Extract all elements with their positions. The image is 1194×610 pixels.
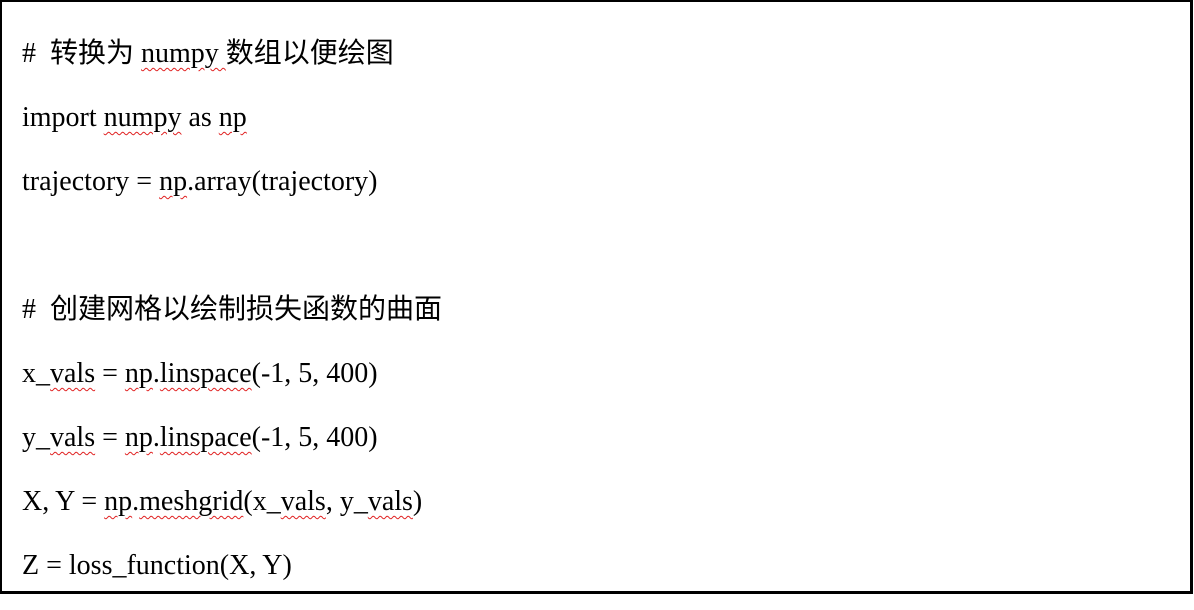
code-text: # 转换为	[22, 38, 142, 69]
code-box: # 转换为 numpy 数组以便绘图 import numpy as np traj…	[0, 0, 1193, 594]
code-text: , y_	[325, 486, 368, 517]
spellcheck-flagged-word: np	[124, 422, 153, 453]
code-text: .	[152, 422, 160, 453]
code-line: import numpy as np	[22, 98, 442, 162]
code-line: trajectory = np.array(trajectory)	[22, 162, 442, 226]
code-text: (x_	[243, 486, 281, 517]
code-line: x_vals = np.linspace(-1, 5, 400)	[22, 354, 442, 418]
spellcheck-flagged-word: meshgrid	[139, 486, 244, 517]
code-text: )	[412, 486, 423, 517]
spellcheck-flagged-word: np	[124, 358, 153, 389]
spellcheck-flagged-word: vals	[50, 422, 96, 453]
code-text: 数组以便绘图	[225, 38, 394, 69]
spellcheck-flagged-word: numpy	[103, 102, 182, 133]
spellcheck-flagged-word: numpy	[141, 38, 226, 69]
code-text: # 创建网格以绘制损失函数的曲面	[22, 294, 443, 325]
code-text: X, Y =	[22, 486, 105, 517]
spellcheck-flagged-word: vals	[50, 358, 96, 389]
code-text: (-1, 5, 400)	[251, 422, 378, 453]
spellcheck-flagged-word: vals	[280, 486, 326, 517]
code-text: .array(trajectory)	[187, 166, 378, 197]
code-text: y_	[22, 422, 50, 453]
spellcheck-flagged-word: np	[159, 166, 188, 197]
code-text: as	[181, 102, 219, 133]
spellcheck-flagged-word: linspace	[159, 358, 252, 389]
code-line: Z = loss_function(X, Y)	[22, 546, 442, 610]
code-text: Z = loss_function(X, Y)	[22, 550, 292, 581]
code-text: .	[152, 358, 160, 389]
code-text: x_	[22, 358, 50, 389]
code-text: import	[22, 102, 104, 133]
spellcheck-flagged-word: np	[218, 102, 247, 133]
code-block: # 转换为 numpy 数组以便绘图 import numpy as np traj…	[22, 34, 442, 610]
code-line: X, Y = np.meshgrid(x_vals, y_vals)	[22, 482, 442, 546]
spellcheck-flagged-word: linspace	[159, 422, 252, 453]
spellcheck-flagged-word: np	[104, 486, 133, 517]
code-line: # 创建网格以绘制损失函数的曲面	[22, 290, 442, 354]
code-text: (-1, 5, 400)	[251, 358, 378, 389]
code-text: =	[95, 358, 125, 389]
code-line: # 转换为 numpy 数组以便绘图	[22, 34, 442, 98]
code-text: trajectory =	[22, 166, 160, 197]
spellcheck-flagged-word: vals	[367, 486, 413, 517]
code-text: =	[95, 422, 125, 453]
code-line: y_vals = np.linspace(-1, 5, 400)	[22, 418, 442, 482]
